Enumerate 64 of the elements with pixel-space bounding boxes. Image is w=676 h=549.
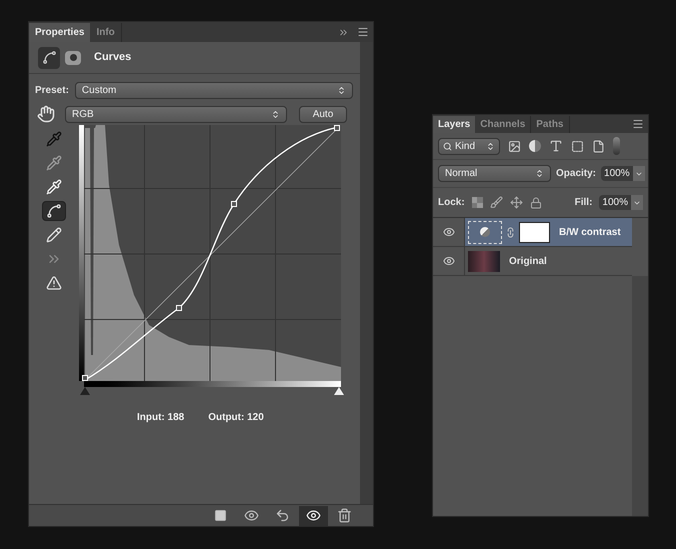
updown-icon bbox=[336, 86, 346, 95]
lock-label: Lock: bbox=[438, 196, 465, 210]
preset-select[interactable]: Custom bbox=[74, 82, 353, 99]
panel-tab[interactable]: Layers bbox=[433, 116, 476, 133]
hand-icon[interactable] bbox=[37, 105, 55, 123]
filter-toggle[interactable] bbox=[613, 137, 620, 155]
shadow-slider-thumb[interactable] bbox=[80, 387, 90, 395]
eyedropper-icon bbox=[46, 155, 62, 171]
panel-menu-icon[interactable] bbox=[357, 26, 369, 38]
panel-tab[interactable]: Channels bbox=[475, 116, 532, 133]
updown-icon bbox=[486, 142, 495, 150]
type-icon[interactable] bbox=[549, 139, 563, 153]
adjustment-thumbnail bbox=[468, 220, 502, 244]
document-icon[interactable] bbox=[592, 140, 605, 152]
updown-icon bbox=[271, 110, 280, 118]
panel-tab[interactable]: Info bbox=[90, 23, 122, 42]
layer-name: B/W contrast bbox=[559, 226, 621, 240]
panel-tab[interactable]: Paths bbox=[531, 116, 570, 133]
highlight-slider-thumb[interactable] bbox=[334, 387, 344, 395]
reset-icon bbox=[275, 508, 290, 523]
opacity-label: Opacity: bbox=[556, 167, 596, 181]
mask-icon[interactable] bbox=[65, 50, 81, 64]
transform-icon[interactable] bbox=[571, 140, 584, 152]
panel-tab[interactable]: Properties bbox=[29, 23, 90, 42]
footer-button[interactable] bbox=[299, 506, 328, 526]
curves-adjustment-icon[interactable] bbox=[38, 46, 60, 68]
photo-placeholder bbox=[468, 250, 500, 272]
image-icon[interactable] bbox=[508, 140, 521, 152]
move-icon[interactable] bbox=[510, 196, 523, 209]
trash-icon bbox=[337, 508, 352, 523]
blend-mode-select[interactable]: Normal bbox=[438, 165, 551, 182]
eye-icon[interactable] bbox=[442, 226, 454, 238]
lock-icon[interactable] bbox=[530, 196, 542, 208]
curve-icon bbox=[46, 203, 62, 219]
collapse-icon[interactable] bbox=[338, 27, 349, 38]
brush-icon[interactable] bbox=[490, 196, 503, 209]
auto-button[interactable]: Auto bbox=[299, 106, 347, 122]
eye-icon[interactable] bbox=[442, 255, 454, 267]
eye-icon bbox=[306, 508, 321, 523]
preset-label: Preset: bbox=[35, 84, 69, 98]
layer-name: Original bbox=[509, 254, 547, 268]
opacity-field[interactable]: 100% bbox=[601, 166, 645, 181]
tool-button[interactable] bbox=[42, 201, 66, 221]
dropdown-button[interactable] bbox=[632, 166, 645, 181]
fill-label: Fill: bbox=[574, 196, 592, 210]
layer-row[interactable]: Original bbox=[433, 247, 632, 276]
lock-transparency-icon[interactable] bbox=[472, 197, 483, 208]
link-icon bbox=[505, 226, 516, 238]
updown-icon bbox=[535, 169, 544, 178]
eyedropper-icon bbox=[46, 131, 62, 147]
layer-row[interactable]: B/W contrast bbox=[433, 218, 632, 247]
mask-thumbnail bbox=[519, 222, 550, 242]
warning-icon bbox=[46, 275, 62, 291]
fill-field[interactable]: 100% bbox=[599, 195, 643, 210]
pencil-icon bbox=[46, 227, 62, 243]
channel-select[interactable]: RGB bbox=[65, 106, 287, 122]
output-readout: Output: 120 bbox=[208, 411, 264, 425]
filter-select[interactable]: Kind bbox=[438, 138, 500, 154]
search-icon bbox=[443, 142, 452, 150]
panel-menu-icon[interactable] bbox=[632, 118, 644, 130]
eye-icon bbox=[244, 508, 259, 523]
input-readout: Input: 188 bbox=[137, 411, 184, 425]
eyedropper-icon bbox=[46, 179, 62, 195]
panel-title: Curves bbox=[94, 50, 132, 66]
